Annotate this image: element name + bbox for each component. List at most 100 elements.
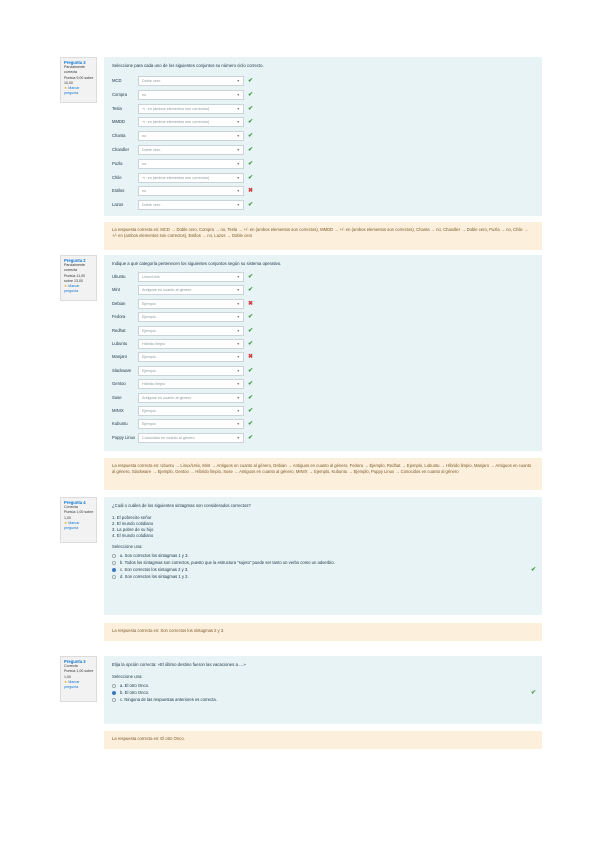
chevron-down-icon: ▼ (236, 120, 240, 125)
chevron-down-icon: ▼ (236, 148, 240, 152)
match-row: Chile +/- en (ambos elementos son correct… (112, 172, 253, 184)
chevron-down-icon: ▼ (236, 368, 240, 373)
answer-option[interactable]: a. El otro Onco. (112, 682, 534, 689)
radio-button[interactable] (112, 690, 116, 695)
question-content-2: Indique a qué categoría pertenecen los s… (104, 255, 542, 451)
match-row: MINIX Ejemplo ▼ ✔ (112, 405, 253, 417)
chevron-down-icon: ▼ (236, 355, 240, 360)
check-icon: ✔ (248, 147, 254, 153)
option-text: d. Son correctos los sintagmas 1 y 2. (120, 573, 189, 579)
answer-select[interactable]: +/- en (ambos elementos son correctos) ▼ (138, 103, 244, 114)
match-row: Puppy Linux Conocidos en cuanto al género… (112, 432, 253, 444)
flag-question-link[interactable]: ★ Marcar pregunta (64, 86, 94, 96)
match-label: Puzla (112, 160, 123, 166)
question-info-1: Pregunta 3 Parcialmente correcta Puntúa … (60, 57, 97, 103)
flag-question-link[interactable]: ★ Marcar pregunta (64, 680, 94, 690)
question-content-1: Seleccione para cada uno de los siguient… (104, 57, 542, 216)
check-icon: ✔ (248, 274, 254, 280)
match-row: Kubuntu Ejemplo ▼ ✔ (112, 418, 253, 430)
match-label: Slackware (112, 367, 132, 373)
answer-select[interactable]: Antiguos en cuanto al género ▼ (138, 285, 244, 296)
question-text: Indique a qué categoría pertenecen los s… (112, 261, 282, 266)
select-value: Antiguos en cuanto al género (142, 288, 192, 293)
check-icon: ✔ (248, 287, 254, 294)
check-icon: ✔ (248, 174, 254, 181)
match-label: Debian (112, 300, 126, 306)
answer-select[interactable]: no ▼ (138, 89, 244, 100)
feedback-text: La respuesta correcta es: MCD → Doble ce… (112, 227, 529, 239)
match-label: MCD (112, 78, 122, 83)
chevron-down-icon: ▼ (236, 342, 240, 346)
chevron-down-icon: ▼ (236, 328, 240, 333)
answer-select[interactable]: Ejemplo ▼ (138, 325, 244, 336)
question-info-4: Pregunta 3 Correcta Puntúa 1,00 sobre 1,… (60, 656, 97, 702)
answer-select[interactable]: Ejemplo ▼ (138, 406, 244, 416)
question-text: Elija la opción correcta: «El último des… (112, 662, 246, 667)
radio-button[interactable] (112, 553, 116, 558)
radio-button[interactable] (112, 567, 116, 572)
answer-select[interactable]: Conocidos en cuanto al género ▼ (138, 432, 244, 443)
option-text: b. El otro Onco. (120, 689, 150, 695)
answer-select[interactable]: Ejemplo ▼ (138, 298, 244, 309)
answer-select[interactable]: no ▼ (138, 186, 244, 197)
question-score: Puntúa 11,00 sobre 13,00 (64, 273, 86, 283)
match-label: Gentoo (112, 381, 126, 387)
check-icon: ✔ (248, 105, 254, 112)
match-row: Manjaro Ejemplo ▼ ✖ (112, 351, 253, 363)
match-label: MINIX (112, 408, 124, 413)
flag-icon: ★ (64, 679, 68, 684)
answer-select[interactable]: +/- en (ambos elementos son correctos) ▼ (138, 117, 244, 128)
answer-select[interactable]: Ejemplo ▼ (138, 365, 244, 376)
radio-button[interactable] (112, 560, 116, 565)
answer-select[interactable]: no ▼ (138, 158, 244, 169)
check-icon: ✔ (248, 327, 254, 334)
answer-select[interactable]: Híbrido limpio ▼ (138, 379, 244, 390)
question-info-3: Pregunta 4 Correcta Puntúa 1,00 sobre 1,… (60, 497, 97, 543)
question-text: Seleccione para cada uno de los siguient… (112, 63, 264, 68)
match-row: Debian Ejemplo ▼ ✖ (112, 298, 253, 310)
answer-select[interactable]: Doble cero ▼ (138, 76, 244, 86)
flag-icon: ★ (64, 520, 68, 525)
select-value: no (142, 92, 147, 97)
answer-select[interactable]: no ▼ (138, 131, 244, 142)
answer-option[interactable]: b. El otro Onco. ✔ (112, 689, 536, 696)
select-value: Conocidos en cuanto al género (142, 435, 195, 440)
answer-select[interactable]: +/- en (ambos elementos son correctos) ▼ (138, 172, 244, 183)
answer-select[interactable]: Antiguos en cuanto al género ▼ (138, 392, 244, 403)
answer-select[interactable]: Híbrido limpio ▼ (138, 339, 244, 349)
chevron-down-icon: ▼ (236, 315, 240, 320)
match-row: Redhat Ejemplo ▼ ✔ (112, 325, 253, 337)
radio-button[interactable] (112, 574, 116, 579)
match-row: Ubuntu Linux/Unix ▼ ✔ (112, 271, 253, 283)
flag-icon: ★ (64, 284, 68, 289)
answer-select[interactable]: Ejemplo ▼ (138, 419, 244, 430)
match-row: Estilos no ▼ ✖ (112, 185, 253, 197)
answer-select[interactable]: Linux/Unix ▼ (138, 272, 244, 282)
flag-question-link[interactable]: ★ Marcar pregunta (64, 521, 94, 531)
match-label: Lazos (112, 202, 124, 208)
answer-option[interactable]: a. Son correctos los sintagmas 1 y 3. (112, 552, 534, 559)
match-label: Suse (112, 394, 122, 400)
flag-question-link[interactable]: ★ Marcar pregunta (64, 284, 94, 294)
answer-select[interactable]: Ejemplo ▼ (138, 312, 244, 323)
match-label: Kubuntu (112, 421, 128, 427)
select-one-label: Seleccione una: (112, 544, 143, 549)
select-value: no (142, 161, 147, 166)
answer-option[interactable]: c. Son correctos los sintagmas 2 y 3. ✔ (112, 566, 536, 573)
feedback-3: La respuesta correcta es: Son correctos … (104, 623, 542, 641)
answer-select[interactable]: Doble cero ▼ (138, 200, 244, 211)
answer-option[interactable]: b. Todos los sintagmas son correctos, pu… (112, 559, 534, 566)
question-state: Parcialmente correcta (64, 263, 85, 273)
match-row: MMDD +/- en (ambos elementos son correcto… (112, 116, 253, 128)
chevron-down-icon: ▼ (236, 395, 240, 400)
answer-option[interactable]: d. Son correctos los sintagmas 1 y 2. (112, 573, 534, 580)
radio-button[interactable] (112, 683, 116, 688)
answer-select[interactable]: Ejemplo ▼ (138, 352, 244, 363)
check-icon: ✔ (248, 160, 254, 167)
answer-select[interactable]: Doble cero ▼ (138, 145, 244, 155)
answer-option[interactable]: c. Ninguna de las respuestas anteriores … (112, 696, 534, 703)
check-icon: ✔ (248, 367, 254, 374)
radio-button[interactable] (112, 697, 116, 702)
match-label: Ubuntu (112, 274, 126, 279)
select-value: Doble cero (142, 203, 161, 208)
